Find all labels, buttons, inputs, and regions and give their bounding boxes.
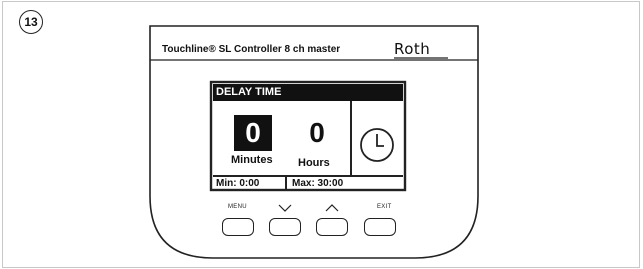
clock-icon <box>360 128 394 162</box>
brand-logo: Roth <box>394 40 431 58</box>
menu-button-label: MENU <box>228 204 247 210</box>
max-range-label: Max: 30:00 <box>292 178 344 189</box>
minutes-value: 0 <box>234 115 272 151</box>
min-range-label: Min: 0:00 <box>216 178 260 189</box>
menu-button[interactable] <box>222 218 254 236</box>
exit-button[interactable] <box>364 218 396 236</box>
down-button[interactable] <box>269 218 301 236</box>
exit-button-label: EXIT <box>377 204 392 210</box>
hours-label: Hours <box>298 157 330 169</box>
hours-value: 0 <box>309 117 325 148</box>
screen-title: DELAY TIME <box>216 86 282 98</box>
minutes-label: Minutes <box>231 154 273 166</box>
product-name: Touchline® SL Controller 8 ch master <box>162 44 341 55</box>
up-button[interactable] <box>316 218 348 236</box>
